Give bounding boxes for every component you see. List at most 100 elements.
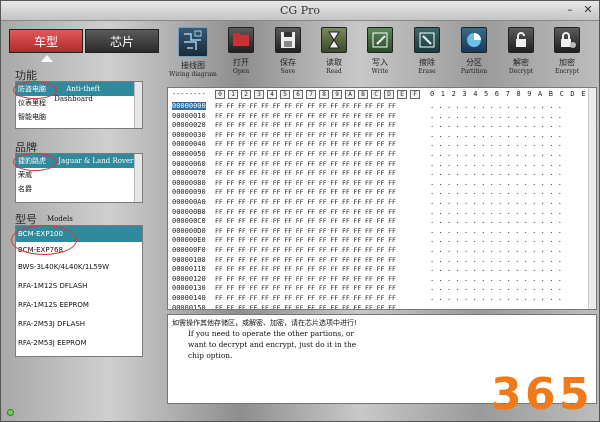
tab-vehicle[interactable]: 车型 [9,29,83,53]
ascii-column-header: E [581,90,586,98]
ascii-column-header: 5 [484,90,489,98]
encrypt-button[interactable]: 加密 Encrypt [547,27,587,85]
model-item[interactable]: RFA-1M12S DFLASH [16,277,142,296]
hex-ascii: ................ [430,121,567,130]
watermark-logo: 365 [491,371,595,419]
hex-header-dashes: -------- [172,90,206,98]
open-button[interactable]: 打开 Open [221,27,261,85]
ascii-column-header: 6 [494,90,500,98]
hex-ascii: ................ [430,207,567,216]
ascii-column-header: 0 [430,90,435,98]
hex-ascii: ................ [430,130,567,139]
hex-bytes[interactable]: FF FF FF FF FF FF FF FF FF FF FF FF FF F… [215,188,396,196]
hex-bytes[interactable]: FF FF FF FF FF FF FF FF FF FF FF FF FF F… [215,140,396,148]
function-item-smart[interactable]: 智能电脑 [16,110,142,124]
tool-label-cn: 解密 [513,58,529,67]
brand-item-mg[interactable]: 名爵 [16,182,142,196]
hex-bytes[interactable]: FF FF FF FF FF FF FF FF FF FF FF FF FF F… [215,304,396,309]
wiring-diagram-button[interactable]: 接线图 Wiring diagram [167,27,219,85]
write-button[interactable]: 写入 Write [360,27,400,85]
hex-bytes[interactable]: FF FF FF FF FF FF FF FF FF FF FF FF FF F… [215,246,396,254]
pencil-write-icon [367,27,393,53]
hex-bytes[interactable]: FF FF FF FF FF FF FF FF FF FF FF FF FF F… [215,198,396,206]
hex-address: 00000060 [172,159,206,168]
hex-bytes[interactable]: FF FF FF FF FF FF FF FF FF FF FF FF FF F… [215,169,396,177]
hex-bytes[interactable]: FF FF FF FF FF FF FF FF FF FF FF FF FF F… [215,265,396,273]
hex-address: 00000040 [172,140,206,149]
tool-label-en: Save [280,68,296,75]
hex-bytes[interactable]: FF FF FF FF FF FF FF FF FF FF FF FF FF F… [215,112,396,120]
ascii-column-header: B [548,90,554,98]
toolbar: 接线图 Wiring diagram 打开 Open 保存 Save 读取 Re… [167,27,597,85]
tool-label-cn: 接线图 [181,61,205,70]
hex-address: 000000C0 [172,217,206,226]
hex-bytes[interactable]: FF FF FF FF FF FF FF FF FF FF FF FF FF F… [215,236,396,244]
tool-label-en: Erase [418,68,436,75]
save-button[interactable]: 保存 Save [268,27,308,85]
hex-bytes[interactable]: FF FF FF FF FF FF FF FF FF FF FF FF FF F… [215,131,396,139]
status-led-icon [7,409,14,416]
hex-bytes[interactable]: FF FF FF FF FF FF FF FF FF FF FF FF FF F… [215,150,396,158]
hex-ascii: ................ [430,246,567,254]
minimize-icon[interactable]: – [563,3,577,17]
ascii-column-header: 7 [505,90,510,98]
hex-address: 00000050 [172,150,206,158]
tab-chip[interactable]: 芯片 [85,29,159,53]
hex-bytes[interactable]: FF FF FF FF FF FF FF FF FF FF FF FF FF F… [215,284,396,292]
ascii-column-header: 2 [451,90,456,98]
app-window: CG Pro – ✕ 车型 芯片 功能 防盗电脑 Anti-theft 仪表里程… [0,0,600,422]
ascii-column-header: 3 [462,90,467,98]
ascii-column-header: 1 [440,90,446,98]
window-title: CG Pro [280,4,320,17]
hex-ascii: ................ [430,169,567,178]
hex-column-header: 9 [332,90,342,99]
hex-scrollbar[interactable] [588,88,596,309]
hex-bytes[interactable]: FF FF FF FF FF FF FF FF FF FF FF FF FF F… [215,217,396,225]
hex-column-header: 1 [228,90,238,99]
partition-button[interactable]: 分区 Partition [454,27,494,85]
hex-bytes[interactable]: FF FF FF FF FF FF FF FF FF FF FF FF FF F… [215,160,396,168]
hex-address: 000000B0 [172,207,206,216]
decrypt-button[interactable]: 解密 Decrypt [501,27,541,85]
hex-ascii: ................ [430,226,567,235]
watermark-digit: 3 [491,369,522,420]
tool-label-cn: 擦除 [419,58,435,67]
brand-item-label: 名爵 [18,185,32,193]
model-item[interactable]: BWS-3L40K/4L40K/1L59W [16,258,142,277]
model-item[interactable]: RFA-2M53J EEPROM [16,334,142,353]
tool-label-cn: 写入 [372,58,388,67]
read-button[interactable]: 读取 Read [314,27,354,85]
annotation-circle [11,225,77,255]
hex-address: 00000000 [172,102,206,110]
hex-ascii: ................ [430,236,567,245]
hex-column-header: F [410,90,420,99]
floppy-save-icon [275,27,301,53]
tool-label-en: Partition [460,68,488,75]
function-scrollbar[interactable] [134,82,142,128]
hex-bytes[interactable]: FF FF FF FF FF FF FF FF FF FF FF FF FF F… [215,121,396,129]
hex-bytes[interactable]: FF FF FF FF FF FF FF FF FF FF FF FF FF F… [215,102,396,110]
hex-bytes[interactable]: FF FF FF FF FF FF FF FF FF FF FF FF FF F… [215,208,396,216]
message-en: If you need to operate the other partion… [188,329,357,360]
hex-editor[interactable]: -------- 0123456789ABCDEF0123456789ABCDE… [167,87,597,310]
hex-bytes[interactable]: FF FF FF FF FF FF FF FF FF FF FF FF FF F… [215,256,396,264]
brand-item-label: 荣威 [18,171,32,179]
ascii-column-header: D [570,90,575,98]
close-icon[interactable]: ✕ [581,3,595,17]
erase-button[interactable]: 擦除 Erase [407,27,447,85]
hex-bytes[interactable]: FF FF FF FF FF FF FF FF FF FF FF FF FF F… [215,227,396,235]
tool-label-cn: 保存 [280,58,296,67]
hex-bytes[interactable]: FF FF FF FF FF FF FF FF FF FF FF FF FF F… [215,275,396,283]
model-item[interactable]: RFA-1M12S EEPROM [16,296,142,315]
hex-bytes[interactable]: FF FF FF FF FF FF FF FF FF FF FF FF FF F… [215,294,396,302]
annotation-circle [13,81,57,99]
hex-address: 00000130 [172,284,206,293]
hex-ascii: ................ [430,102,567,110]
brand-scrollbar[interactable] [134,154,142,202]
hex-column-header: 5 [280,90,290,99]
hex-address: 00000100 [172,255,206,264]
model-item[interactable]: RFA-2M53J DFLASH [16,315,142,334]
brand-item-en: Jaguar & Land Rover [58,157,134,165]
hex-ascii: ................ [430,111,567,120]
hex-bytes[interactable]: FF FF FF FF FF FF FF FF FF FF FF FF FF F… [215,179,396,187]
